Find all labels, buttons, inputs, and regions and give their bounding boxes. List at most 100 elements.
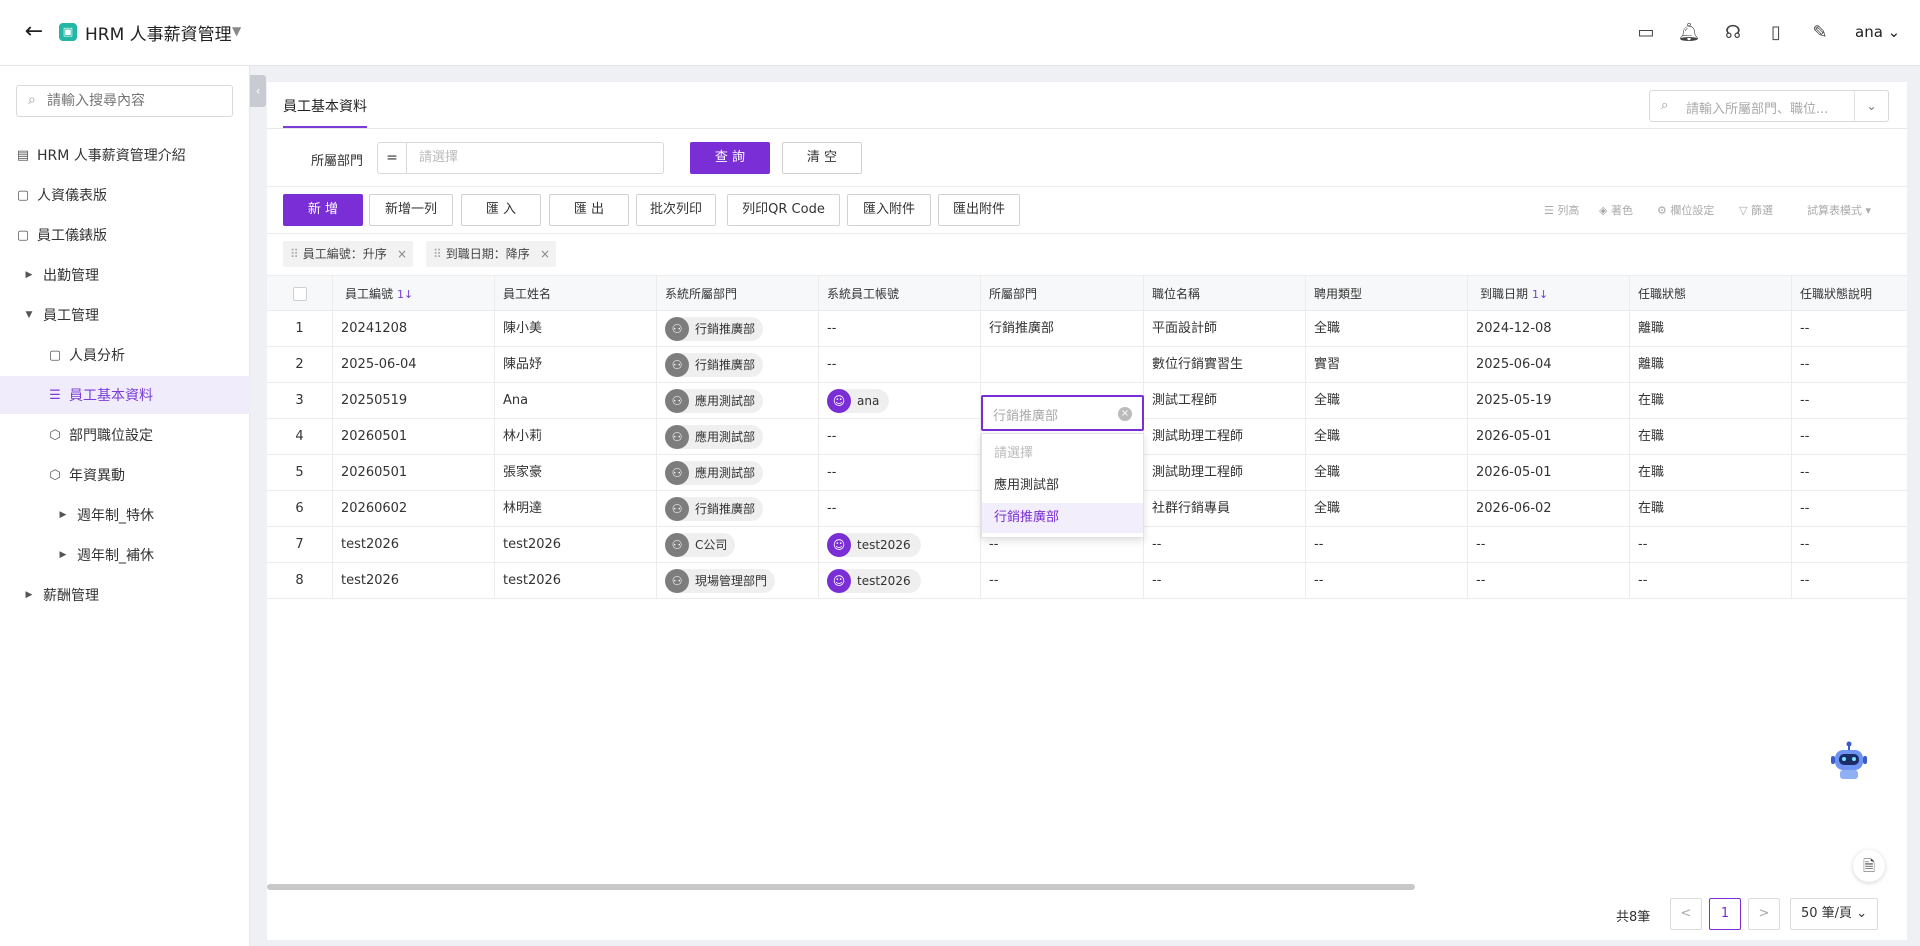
cell-status[interactable]: 離職 — [1630, 347, 1792, 383]
robot-assistant-icon[interactable] — [1827, 739, 1871, 783]
close-icon[interactable]: × — [540, 241, 550, 267]
cell-pos[interactable]: 數位行銷實習生 — [1144, 347, 1306, 383]
cell-date[interactable]: 2024-12-08 — [1468, 311, 1630, 347]
app-switch-caret-icon[interactable]: ▼ — [232, 24, 241, 38]
col-header-position[interactable]: 職位名稱 — [1144, 276, 1306, 312]
cell-note[interactable]: -- — [1792, 491, 1907, 527]
sidebar-item-hrm-intro[interactable]: ▤ HRM 人事薪資管理介紹 — [0, 136, 250, 174]
drag-handle-icon[interactable]: ⠿ — [290, 247, 299, 261]
cell-id[interactable]: 20260602 — [333, 491, 495, 527]
cell-dept[interactable]: -- — [981, 563, 1144, 599]
cell-id[interactable]: test2026 — [333, 563, 495, 599]
cell-id[interactable]: test2026 — [333, 527, 495, 563]
cell-name[interactable]: 林明達 — [495, 491, 657, 527]
col-header-hire-type[interactable]: 聘用類型 — [1306, 276, 1468, 312]
cell-acct[interactable]: ☺ test2026 — [819, 527, 981, 563]
sidebar-collapse-icon[interactable]: ‹ — [250, 75, 266, 107]
edit-user-icon[interactable]: ✎ — [1807, 20, 1833, 46]
export-button[interactable]: 匯 出 — [549, 194, 629, 226]
cell-name[interactable]: 陳小美 — [495, 311, 657, 347]
col-header-hire-date[interactable]: 到職日期 1↓ — [1468, 276, 1630, 312]
sidebar-item-comp-leave[interactable]: ▶ 週年制_補休 — [0, 536, 250, 574]
cell-status[interactable]: 離職 — [1630, 311, 1792, 347]
batch-print-button[interactable]: 批次列印 — [636, 194, 716, 226]
cell-date[interactable]: -- — [1468, 527, 1630, 563]
sidebar-item-employee-mgmt[interactable]: ▼ 員工管理 — [0, 296, 250, 334]
filter-dept-select[interactable]: 請選擇 — [406, 142, 664, 174]
cell-dept[interactable] — [981, 347, 1144, 383]
export-attachment-button[interactable]: 匯出附件 — [938, 194, 1020, 226]
sort-chip-hire-date[interactable]: ⠿ 到職日期：降序 × — [426, 241, 556, 267]
cell-id[interactable]: 20260501 — [333, 419, 495, 455]
select-all-checkbox[interactable] — [292, 287, 307, 301]
cell-name[interactable]: 張家豪 — [495, 455, 657, 491]
cell-date[interactable]: 2026-05-01 — [1468, 419, 1630, 455]
drag-handle-icon[interactable]: ⠿ — [433, 247, 442, 261]
cell-id[interactable]: 2025-06-04 — [333, 347, 495, 383]
sidebar-item-employee-basic[interactable]: ☰ 員工基本資料 — [0, 376, 250, 414]
cell-sysdept[interactable]: ⚇ 應用測試部 — [657, 455, 819, 491]
monitor-icon[interactable]: ▭ — [1633, 20, 1659, 46]
cell-note[interactable]: -- — [1792, 563, 1907, 599]
import-attachment-button[interactable]: 匯入附件 — [847, 194, 931, 226]
row-height-tool[interactable]: ☰ 列高 — [1544, 202, 1579, 218]
import-button[interactable]: 匯 入 — [461, 194, 541, 226]
cell-name[interactable]: test2026 — [495, 527, 657, 563]
cell-name[interactable]: 陳品妤 — [495, 347, 657, 383]
add-row-button[interactable]: 新增一列 — [369, 194, 453, 226]
cell-acct[interactable]: -- — [819, 491, 981, 527]
col-header-status-note[interactable]: 任職狀態說明 — [1792, 276, 1907, 312]
dropdown-option-marketing[interactable]: 行銷推廣部 — [982, 503, 1143, 533]
cell-status[interactable]: -- — [1630, 563, 1792, 599]
cell-pos[interactable]: -- — [1144, 527, 1306, 563]
spreadsheet-mode-tool[interactable]: 試算表模式 ▾ — [1807, 202, 1871, 218]
cell-note[interactable]: -- — [1792, 455, 1907, 491]
app-title[interactable]: HRM 人事薪資管理 — [85, 20, 232, 45]
sidebar-item-attendance[interactable]: ▶ 出勤管理 — [0, 256, 250, 294]
chevron-down-icon[interactable]: ⌄ — [1854, 91, 1888, 121]
cell-date[interactable]: 2025-05-19 — [1468, 383, 1630, 419]
scrollbar-thumb[interactable] — [267, 884, 1415, 890]
sidebar-item-employee-dashboard[interactable]: ▢ 員工儀錶版 — [0, 216, 250, 254]
cell-id[interactable]: 20260501 — [333, 455, 495, 491]
cell-acct[interactable]: ☺ ana — [819, 383, 981, 419]
cell-sysdept[interactable]: ⚇ C公司 — [657, 527, 819, 563]
cell-type[interactable]: 全職 — [1306, 491, 1468, 527]
cell-pos[interactable]: 社群行銷專員 — [1144, 491, 1306, 527]
cell-pos[interactable]: 平面設計師 — [1144, 311, 1306, 347]
sidebar-item-hr-dashboard[interactable]: ▢ 人資儀表版 — [0, 176, 250, 214]
cell-type[interactable]: 全職 — [1306, 311, 1468, 347]
cell-id[interactable]: 20250519 — [333, 383, 495, 419]
cell-type[interactable]: 實習 — [1306, 347, 1468, 383]
clear-button[interactable]: 清 空 — [782, 142, 862, 174]
cell-status[interactable]: 在職 — [1630, 455, 1792, 491]
cell-note[interactable]: -- — [1792, 527, 1907, 563]
headset-icon[interactable]: ☊ — [1720, 20, 1746, 46]
column-settings-tool[interactable]: ⚙ 欄位設定 — [1657, 202, 1714, 218]
sidebar-search[interactable]: ⌕ — [16, 85, 233, 117]
cell-acct[interactable]: -- — [819, 311, 981, 347]
cell-type[interactable]: -- — [1306, 527, 1468, 563]
filter-tool[interactable]: ▽ 篩選 — [1739, 202, 1773, 218]
cell-sysdept[interactable]: ⚇ 行銷推廣部 — [657, 311, 819, 347]
filter-operator[interactable]: = — [377, 142, 407, 174]
global-search[interactable]: ⌕ 請輸入所屬部門、職位... ⌄ — [1649, 90, 1889, 122]
sidebar-item-annual-leave[interactable]: ▶ 週年制_特休 — [0, 496, 250, 534]
coloring-tool[interactable]: ◈ 著色 — [1599, 202, 1633, 218]
sidebar-item-payroll[interactable]: ▶ 薪酬管理 — [0, 576, 250, 614]
dept-cell-select[interactable]: 行銷推廣部 × — [981, 395, 1144, 431]
cell-acct[interactable]: -- — [819, 455, 981, 491]
sidebar-item-people-analysis[interactable]: ▢ 人員分析 — [0, 336, 250, 374]
cell-sysdept[interactable]: ⚇ 現場管理部門 — [657, 563, 819, 599]
cell-status[interactable]: 在職 — [1630, 383, 1792, 419]
col-header-sys-dept[interactable]: 系統所屬部門 — [657, 276, 819, 312]
cell-id[interactable]: 20241208⛶ 查看 — [333, 311, 495, 347]
document-export-icon[interactable]: 🗎 — [1853, 850, 1885, 882]
cell-sysdept[interactable]: ⚇ 行銷推廣部 — [657, 347, 819, 383]
tab-employee-basic[interactable]: 員工基本資料 — [283, 96, 367, 128]
cell-date[interactable]: 2026-05-01 — [1468, 455, 1630, 491]
sort-chip-employee-id[interactable]: ⠿ 員工編號：升序 × — [283, 241, 413, 267]
dropdown-option-placeholder[interactable]: 請選擇 — [982, 439, 1143, 469]
cell-dept[interactable]: 行銷推廣部 — [981, 311, 1144, 347]
select-all-checkbox-cell[interactable] — [267, 276, 333, 312]
